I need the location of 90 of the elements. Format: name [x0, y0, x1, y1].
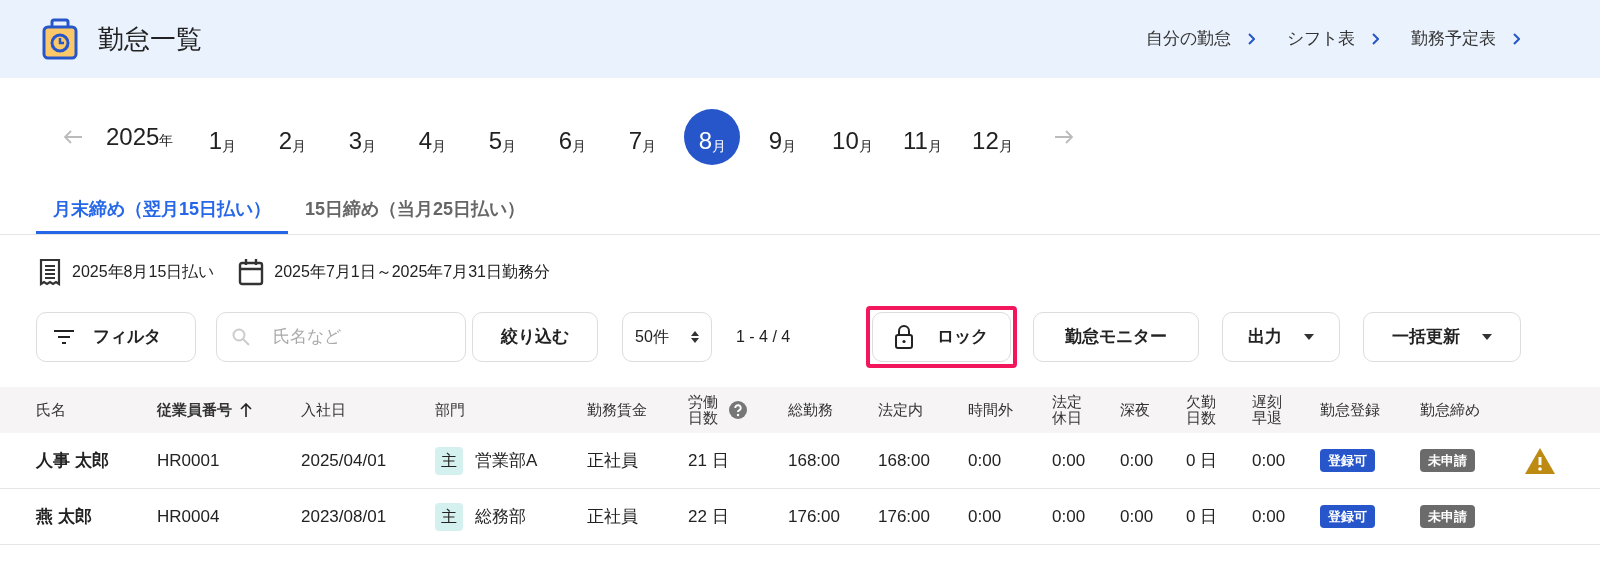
column-header[interactable]: 部門: [435, 402, 465, 418]
timecard-icon: [40, 18, 80, 60]
column-header[interactable]: 欠勤日数: [1186, 394, 1219, 426]
table-cell-text: 正社員: [587, 449, 638, 472]
column-header[interactable]: 法定休日: [1052, 394, 1085, 426]
table-cell-text: 2025/04/01: [301, 449, 387, 472]
calendar-icon: [238, 258, 265, 286]
chevron-right-icon: [1371, 33, 1379, 45]
table-cell-text: 人事 太郎: [36, 449, 109, 472]
primary-tag: 主: [435, 502, 463, 531]
table-cell-text: 正社員: [587, 505, 638, 528]
tab[interactable]: 月末締め（翌月15日払い）: [36, 196, 289, 234]
column-header[interactable]: 従業員番号: [157, 402, 232, 418]
table-cell-text: 2023/08/01: [301, 505, 387, 528]
table-cell-text: HR0001: [157, 449, 220, 472]
table-cell-text: 168:00: [878, 449, 930, 472]
monitor-button[interactable]: 勤怠モニター: [1033, 312, 1200, 362]
month-button[interactable]: 5月: [474, 109, 531, 165]
month-button[interactable]: 11月: [894, 109, 951, 165]
tab[interactable]: 15日締め（当月25日払い）: [288, 196, 543, 234]
apply-button[interactable]: 絞り込む: [472, 312, 598, 362]
chevron-right-icon: [1247, 33, 1255, 45]
month-button[interactable]: 9月: [754, 109, 811, 165]
column-header[interactable]: 氏名: [36, 402, 66, 418]
column-header[interactable]: 法定内: [878, 402, 923, 418]
table-cell-text: 燕 太郎: [36, 505, 92, 528]
nav-link[interactable]: 勤務予定表: [1411, 26, 1520, 52]
table-cell-text: 営業部A: [475, 449, 538, 472]
table-cell-text: 0 日: [1186, 505, 1218, 528]
table-cell-text: 0:00: [1120, 505, 1154, 528]
status-badge: 登録可: [1320, 448, 1375, 473]
primary-tag: 主: [435, 446, 463, 475]
chevron-right-icon: [1512, 33, 1520, 45]
year-label: 2025年: [106, 122, 174, 152]
status-badge: 未申請: [1420, 448, 1475, 473]
table-cell-text: 0:00: [1052, 449, 1086, 472]
filter-icon: [53, 330, 75, 344]
month-button[interactable]: 6月: [544, 109, 601, 165]
column-header[interactable]: 勤怠登録: [1320, 402, 1380, 418]
month-button[interactable]: 12月: [964, 109, 1021, 165]
month-button[interactable]: 3月: [334, 109, 391, 165]
search-icon: [232, 328, 250, 346]
caret-icon: [1482, 334, 1493, 340]
payday-text: 2025年8月15日払い: [72, 262, 215, 282]
table-cell-text: 22 日: [688, 505, 729, 528]
column-header[interactable]: 入社日: [301, 402, 346, 418]
table-cell-text: 総務部: [475, 505, 526, 528]
table-cell-text: 21 日: [688, 449, 729, 472]
table-cell-text: 0:00: [968, 449, 1002, 472]
period-text: 2025年7月1日～2025年7月31日勤務分: [274, 262, 550, 282]
table-cell-text: 176:00: [788, 505, 840, 528]
month-button[interactable]: 2月: [264, 109, 321, 165]
search-field[interactable]: 氏名など: [216, 312, 466, 362]
month-button[interactable]: 10月: [824, 109, 881, 165]
caret-icon: [1304, 334, 1315, 340]
month-button[interactable]: 4月: [404, 109, 461, 165]
receipt-icon: [38, 258, 62, 286]
nav-link[interactable]: 自分の勤怠: [1146, 26, 1255, 52]
table-cell-text: 0:00: [1252, 449, 1286, 472]
status-badge: 登録可: [1320, 504, 1375, 529]
column-header[interactable]: 遅刻早退: [1252, 394, 1285, 426]
filter-button[interactable]: フィルタ: [36, 312, 196, 362]
column-header[interactable]: 労働日数: [688, 394, 721, 426]
table-cell-text: 0:00: [968, 505, 1002, 528]
lock-icon: [895, 325, 914, 349]
column-header[interactable]: 総勤務: [788, 402, 833, 418]
table-cell-text: 168:00: [788, 449, 840, 472]
export-button[interactable]: 出力: [1222, 312, 1341, 362]
bulk-update-button[interactable]: 一括更新: [1363, 312, 1522, 362]
table-cell-text: 176:00: [878, 505, 930, 528]
sort-up-icon: [240, 403, 252, 417]
page-title: 勤怠一覧: [98, 22, 202, 56]
column-header[interactable]: 勤務賃金: [587, 402, 647, 418]
sort-caret-icon: [691, 331, 699, 343]
status-badge: 未申請: [1420, 504, 1475, 529]
table-cell-text: 0:00: [1052, 505, 1086, 528]
month-button[interactable]: 7月: [614, 109, 671, 165]
column-header[interactable]: 深夜: [1120, 402, 1150, 418]
table-cell-text: 0:00: [1120, 449, 1154, 472]
table-cell-text: 0:00: [1252, 505, 1286, 528]
month-button[interactable]: 8月: [684, 109, 741, 165]
lock-button[interactable]: ロック: [866, 306, 1018, 368]
table-cell-text: HR0004: [157, 505, 220, 528]
range-text: 1 - 4 / 4: [736, 327, 791, 347]
column-header[interactable]: 勤怠締め: [1420, 402, 1480, 418]
page-size-select[interactable]: 50件: [622, 312, 712, 362]
nav-link[interactable]: シフト表: [1287, 26, 1379, 52]
table-cell-text: 0 日: [1186, 449, 1218, 472]
column-header[interactable]: 時間外: [968, 402, 1013, 418]
month-button[interactable]: 1月: [194, 109, 251, 165]
